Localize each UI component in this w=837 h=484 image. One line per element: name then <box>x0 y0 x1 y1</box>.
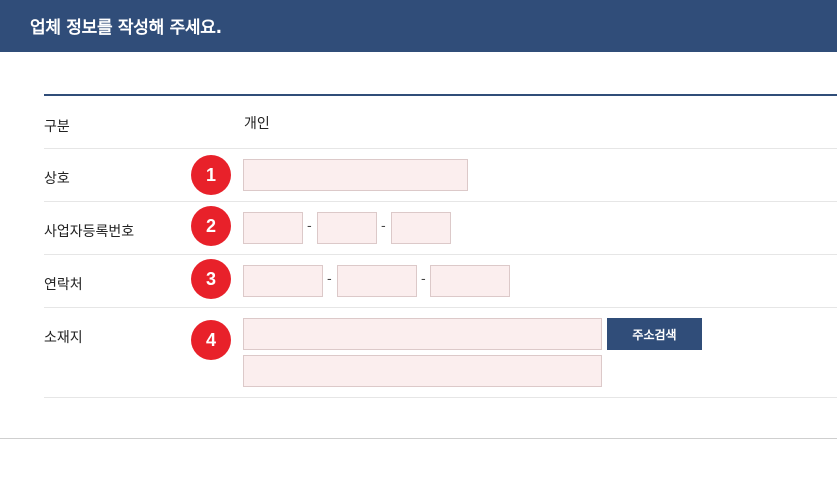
business-number-label: 사업자등록번호 <box>44 224 135 240</box>
type-label: 구분 <box>44 119 70 135</box>
company-name-label: 상호 <box>44 171 70 187</box>
business-number-separator: - <box>381 219 386 234</box>
address-line2-input[interactable] <box>243 355 602 387</box>
company-name-input[interactable] <box>243 159 468 191</box>
step-badge-3: 3 <box>191 259 231 299</box>
row-divider <box>44 201 837 202</box>
form-top-border <box>44 94 837 96</box>
row-divider <box>44 397 837 398</box>
type-value: 개인 <box>244 116 270 132</box>
business-number-part3-input[interactable] <box>391 212 451 244</box>
address-label: 소재지 <box>44 330 83 346</box>
section-bottom-border <box>0 438 837 439</box>
contact-part3-input[interactable] <box>430 265 510 297</box>
row-divider <box>44 254 837 255</box>
contact-separator: - <box>327 272 332 287</box>
page-title: 업체 정보를 작성해 주세요. <box>30 18 222 38</box>
row-divider <box>44 148 837 149</box>
contact-part2-input[interactable] <box>337 265 417 297</box>
row-divider <box>44 307 837 308</box>
step-badge-2: 2 <box>191 206 231 246</box>
business-number-part2-input[interactable] <box>317 212 377 244</box>
contact-separator: - <box>421 272 426 287</box>
address-search-button[interactable]: 주소검색 <box>607 318 702 350</box>
address-line1-input[interactable] <box>243 318 602 350</box>
step-badge-4: 4 <box>191 320 231 360</box>
step-badge-1: 1 <box>191 155 231 195</box>
contact-label: 연락처 <box>44 277 83 293</box>
contact-part1-input[interactable] <box>243 265 323 297</box>
business-number-part1-input[interactable] <box>243 212 303 244</box>
page-header: 업체 정보를 작성해 주세요. <box>0 0 837 52</box>
business-number-separator: - <box>307 219 312 234</box>
